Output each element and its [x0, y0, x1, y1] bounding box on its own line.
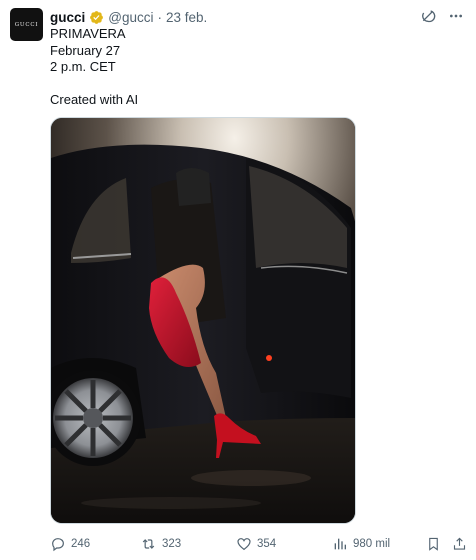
post-date[interactable]: 23 feb.	[166, 10, 207, 25]
repost-button[interactable]: 323	[140, 534, 181, 554]
post-line: 2 p.m. CET	[50, 59, 116, 74]
verified-badge-icon[interactable]	[89, 10, 104, 25]
repost-count: 323	[162, 538, 182, 550]
share-button[interactable]	[452, 534, 467, 554]
post-text: PRIMAVERA February 27 2 p.m. CET Created…	[50, 26, 138, 109]
grok-icon[interactable]	[420, 8, 436, 24]
share-icon	[453, 537, 466, 550]
bookmark-button[interactable]	[426, 534, 441, 554]
repost-icon	[142, 539, 155, 549]
more-options-icon[interactable]	[448, 8, 464, 24]
account-name[interactable]: gucci	[50, 10, 85, 25]
avatar-logo-text: GUCCI	[14, 21, 39, 28]
heart-icon	[237, 538, 251, 551]
views-button[interactable]: 980 mil	[332, 534, 390, 554]
post-line: PRIMAVERA	[50, 26, 126, 41]
tweet: GUCCI gucci @gucci · 23 feb. PRIMAVERA F…	[0, 0, 476, 560]
ai-disclaimer: Created with AI	[50, 92, 139, 107]
avatar[interactable]: GUCCI	[10, 8, 43, 41]
top-icons	[420, 8, 464, 24]
reply-icon	[52, 538, 64, 552]
reply-count: 246	[71, 538, 91, 550]
post-image[interactable]	[50, 117, 356, 524]
like-button[interactable]: 354	[236, 534, 276, 554]
like-count: 354	[257, 538, 277, 550]
header-separator: ·	[157, 9, 163, 25]
post-line: February 27	[50, 42, 121, 58]
post-spacer	[50, 76, 138, 93]
reply-button[interactable]: 246	[50, 534, 90, 554]
car-photo	[51, 118, 355, 523]
account-handle[interactable]: @gucci	[108, 10, 153, 25]
views-count: 980 mil	[353, 538, 391, 550]
bookmark-icon	[429, 537, 438, 551]
action-bar: 246 323 354 980 mil	[50, 534, 466, 554]
tweet-header: gucci @gucci · 23 feb.	[50, 8, 207, 26]
views-chart-icon	[334, 538, 346, 550]
